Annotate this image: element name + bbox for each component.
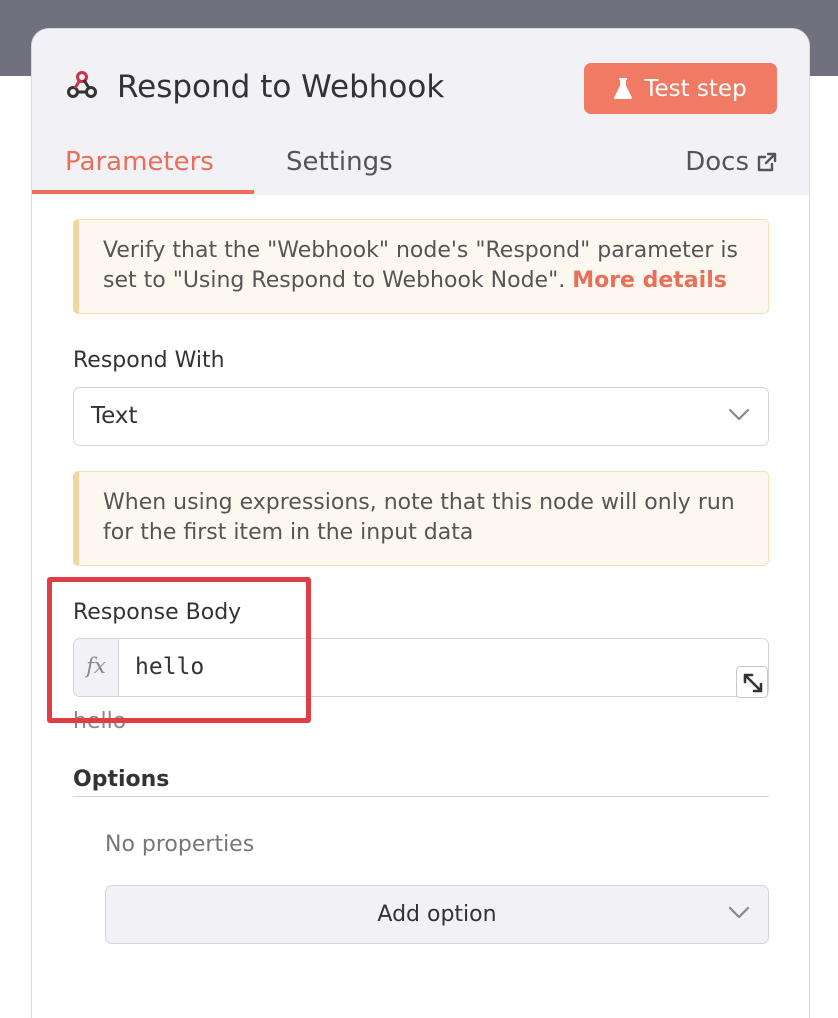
node-details-panel: Respond to Webhook Test step Parameters … <box>31 28 810 1018</box>
options-title: Options <box>73 767 170 792</box>
panel-header: Respond to Webhook Test step Parameters … <box>32 29 809 195</box>
external-link-icon <box>757 152 777 172</box>
add-option-label: Add option <box>377 902 497 927</box>
tab-parameters[interactable]: Parameters <box>65 142 214 182</box>
add-option-button[interactable]: Add option <box>105 885 769 944</box>
tab-docs[interactable]: Docs <box>685 142 777 182</box>
tab-settings[interactable]: Settings <box>286 142 393 182</box>
more-details-link[interactable]: More details <box>572 268 727 293</box>
fx-icon: fx <box>74 639 119 696</box>
node-title: Respond to Webhook <box>117 69 445 105</box>
expression-notice: When using expressions, note that this n… <box>73 471 769 566</box>
expression-result-preview: hello <box>73 709 127 734</box>
flask-icon <box>614 77 633 99</box>
no-properties-text: No properties <box>105 832 255 857</box>
expand-icon <box>743 673 763 693</box>
test-step-button[interactable]: Test step <box>584 63 777 114</box>
webhook-icon <box>67 71 97 98</box>
options-divider <box>73 796 769 797</box>
respond-with-select[interactable]: Text <box>73 387 769 446</box>
active-tab-indicator <box>32 190 254 194</box>
docs-label: Docs <box>685 147 749 177</box>
response-body-value: hello <box>135 654 205 680</box>
expand-editor-button[interactable] <box>736 666 768 698</box>
response-body-label: Response Body <box>73 600 242 625</box>
test-step-label: Test step <box>644 75 747 102</box>
chevron-down-icon <box>728 408 750 421</box>
respond-with-label: Respond With <box>73 348 225 373</box>
response-body-input[interactable]: fx hello <box>73 638 769 697</box>
respond-with-value: Text <box>91 403 138 429</box>
webhook-notice: Verify that the "Webhook" node's "Respon… <box>73 219 769 314</box>
chevron-down-icon <box>728 906 750 919</box>
